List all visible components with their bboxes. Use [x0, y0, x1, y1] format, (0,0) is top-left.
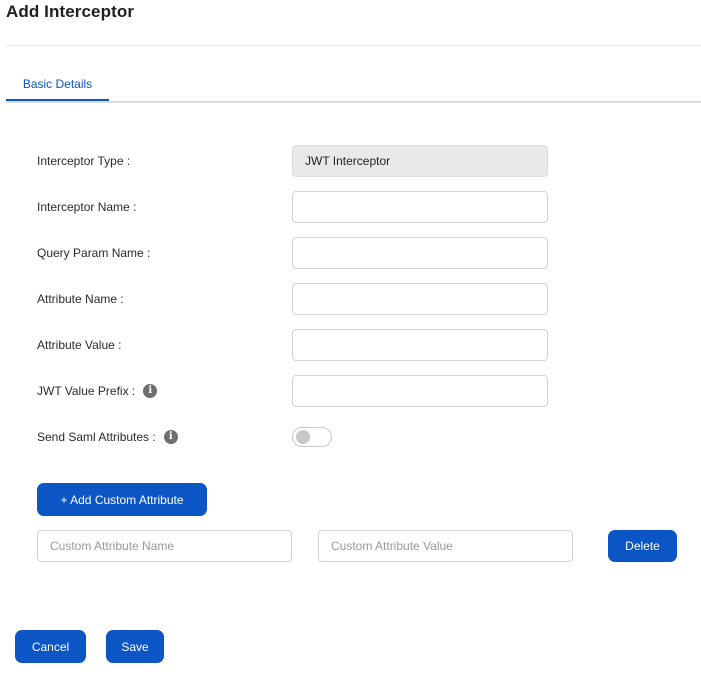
delete-custom-attribute-button[interactable]: Delete: [608, 530, 677, 562]
jwt-value-prefix-label-group: JWT Value Prefix : i: [37, 375, 158, 407]
title-divider: [6, 45, 701, 46]
custom-attribute-value-input[interactable]: [318, 530, 573, 562]
tab-bar: Basic Details: [6, 70, 701, 103]
send-saml-attributes-label-group: Send Saml Attributes : i: [37, 421, 178, 453]
cancel-button[interactable]: Cancel: [15, 630, 86, 663]
send-saml-attributes-row: Send Saml Attributes : i: [37, 421, 549, 453]
jwt-value-prefix-label: JWT Value Prefix :: [37, 384, 136, 398]
attribute-value-row: Attribute Value :: [37, 329, 549, 361]
page-title: Add Interceptor: [6, 2, 135, 21]
attribute-name-input[interactable]: [292, 283, 548, 315]
send-saml-attributes-label: Send Saml Attributes :: [37, 430, 156, 444]
query-param-name-input[interactable]: [292, 237, 548, 269]
attribute-name-row: Attribute Name :: [37, 283, 549, 315]
custom-attribute-name-input[interactable]: [37, 530, 292, 562]
interceptor-type-label: Interceptor Type :: [37, 154, 131, 168]
query-param-name-row: Query Param Name :: [37, 237, 549, 269]
query-param-name-label: Query Param Name :: [37, 246, 151, 260]
attribute-value-input[interactable]: [292, 329, 548, 361]
send-saml-attributes-toggle[interactable]: [292, 427, 332, 447]
jwt-value-prefix-row: JWT Value Prefix : i: [37, 375, 549, 407]
attribute-name-label: Attribute Name :: [37, 292, 124, 306]
interceptor-name-input[interactable]: [292, 191, 548, 223]
interceptor-type-row: Interceptor Type : JWT Interceptor: [37, 145, 549, 177]
add-custom-attribute-button[interactable]: + Add Custom Attribute: [37, 483, 207, 516]
info-icon[interactable]: i: [143, 384, 158, 398]
jwt-value-prefix-input[interactable]: [292, 375, 548, 407]
attribute-value-label: Attribute Value :: [37, 338, 122, 352]
interceptor-type-value: JWT Interceptor: [292, 145, 548, 177]
interceptor-name-label: Interceptor Name :: [37, 200, 137, 214]
save-button[interactable]: Save: [106, 630, 164, 663]
tab-basic-details[interactable]: Basic Details: [6, 70, 109, 101]
toggle-knob: [296, 430, 310, 444]
info-icon[interactable]: i: [163, 430, 178, 444]
interceptor-name-row: Interceptor Name :: [37, 191, 549, 223]
